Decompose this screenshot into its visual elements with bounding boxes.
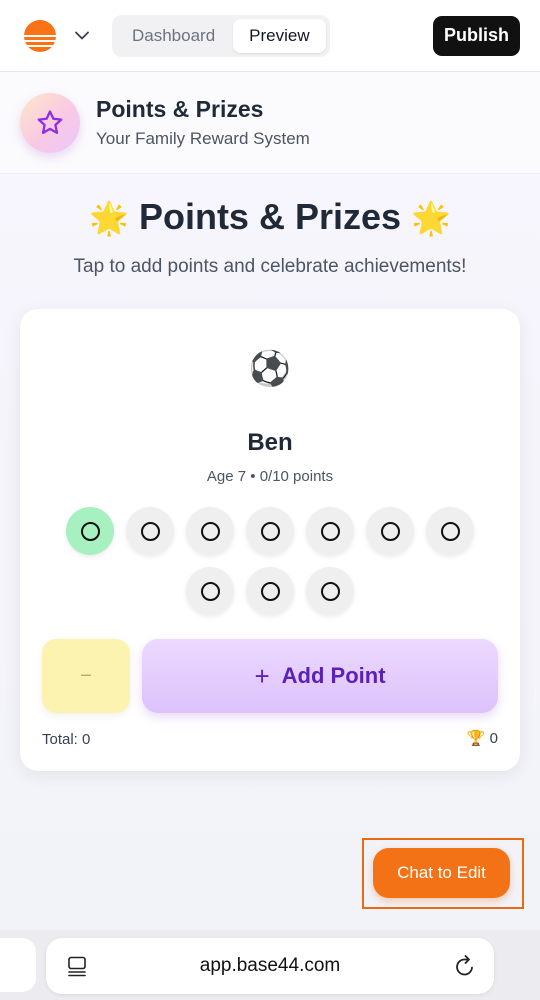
point-slot[interactable] — [126, 507, 174, 555]
page-title: 🌟 Points & Prizes 🌟 — [0, 196, 540, 238]
sunset-logo-icon[interactable] — [24, 19, 56, 52]
app-header: Points & Prizes Your Family Reward Syste… — [0, 72, 540, 174]
kid-meta: Age 7 • 0/10 points — [206, 468, 334, 485]
view-switcher: Dashboard Preview — [112, 14, 330, 57]
point-slot[interactable] — [186, 507, 234, 555]
trophy-icon: 🏆 — [466, 730, 486, 747]
point-slot[interactable] — [306, 567, 354, 615]
app-title: Points & Prizes — [96, 96, 264, 122]
empty-circle-icon — [320, 521, 340, 541]
top-bar: Dashboard Preview Publish — [0, 0, 540, 72]
tab-preview[interactable]: Preview — [233, 18, 326, 53]
point-slot[interactable] — [186, 567, 234, 615]
kid-name: Ben — [247, 429, 293, 456]
kid-card: ⚽ Ben Age 7 • 0/10 points − + Add Point … — [20, 309, 520, 771]
reload-icon[interactable] — [454, 954, 476, 983]
browser-bottom-bar: app.base44.com — [0, 930, 540, 1000]
empty-circle-icon — [80, 521, 100, 541]
empty-circle-icon — [260, 521, 280, 541]
add-point-button[interactable]: + Add Point — [142, 639, 498, 713]
star-icon — [20, 92, 80, 153]
url-text: app.base44.com — [199, 955, 341, 976]
empty-circle-icon — [200, 521, 220, 541]
point-slot[interactable] — [246, 507, 294, 555]
glowing-star-left-icon: 🌟 — [89, 200, 129, 236]
remove-point-button[interactable]: − — [42, 639, 130, 713]
main-content: 🌟 Points & Prizes 🌟 Tap to add points an… — [0, 174, 540, 930]
soccer-ball-avatar-icon: ⚽ — [248, 350, 292, 388]
empty-circle-icon — [380, 521, 400, 541]
empty-circle-icon — [440, 521, 460, 541]
points-tracker — [60, 507, 480, 615]
publish-button[interactable]: Publish — [432, 15, 520, 56]
point-slot[interactable] — [66, 507, 114, 555]
glowing-star-right-icon: 🌟 — [411, 200, 451, 236]
chat-to-edit-button[interactable]: Chat to Edit — [373, 848, 510, 898]
point-slot[interactable] — [306, 507, 354, 555]
tab-dashboard[interactable]: Dashboard — [116, 19, 231, 53]
empty-circle-icon — [260, 581, 280, 601]
chevron-down-icon[interactable] — [70, 24, 94, 48]
empty-circle-icon — [320, 581, 340, 601]
previous-tab-stub[interactable] — [0, 938, 36, 992]
empty-circle-icon — [200, 581, 220, 601]
trophy-count: 🏆 0 — [467, 729, 498, 747]
plus-icon: + — [254, 660, 270, 691]
page-title-text: Points & Prizes — [138, 196, 402, 237]
page-subtitle: Tap to add points and celebrate achievem… — [73, 256, 467, 277]
total-points: Total: 0 — [42, 731, 91, 748]
point-slot[interactable] — [366, 507, 414, 555]
empty-circle-icon — [140, 521, 160, 541]
add-point-label: Add Point — [281, 663, 386, 688]
point-slot[interactable] — [426, 507, 474, 555]
trophy-count-value: 0 — [489, 730, 498, 747]
app-subtitle: Your Family Reward System — [96, 129, 310, 148]
point-slot[interactable] — [246, 567, 294, 615]
address-bar[interactable]: app.base44.com — [46, 938, 494, 994]
